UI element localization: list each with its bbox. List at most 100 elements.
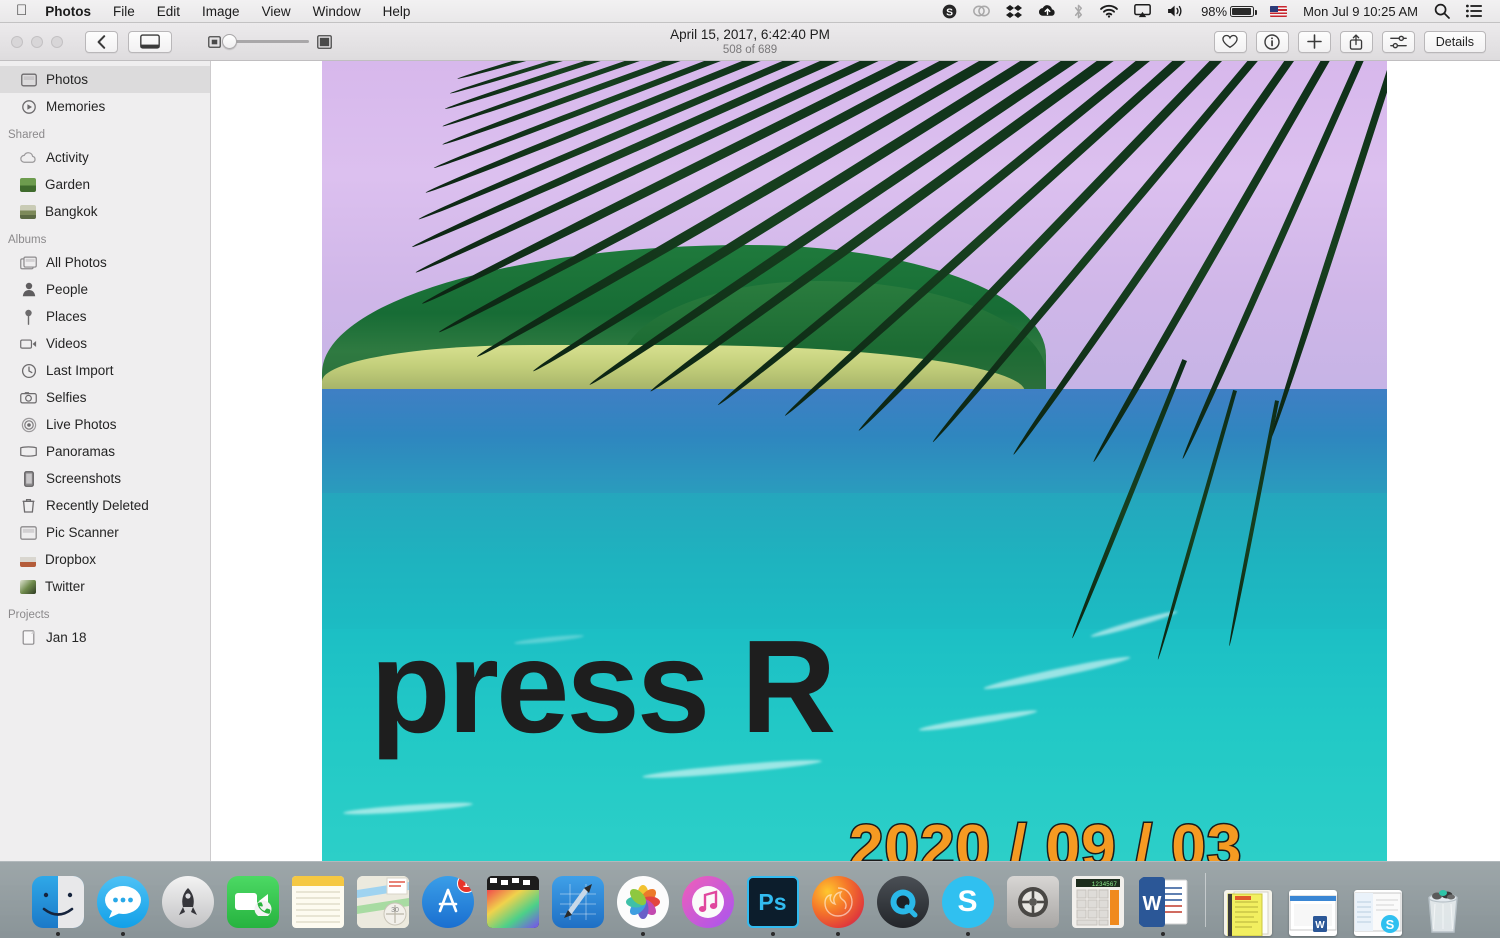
dock-minimized-skype-window[interactable]: S — [1350, 866, 1406, 936]
volume-icon[interactable] — [1159, 0, 1193, 22]
cloud-upload-icon[interactable] — [1030, 0, 1065, 22]
sidebar-item-videos[interactable]: Videos — [0, 330, 210, 357]
facetime-icon — [227, 876, 279, 928]
trash-icon — [1417, 884, 1469, 936]
macos-desktop:  Photos File Edit Image View Window Hel… — [0, 0, 1500, 938]
notification-center-icon[interactable] — [1458, 0, 1490, 22]
menu-bar-clock[interactable]: Mon Jul 9 10:25 AM — [1295, 0, 1426, 22]
dock-divider — [1205, 873, 1206, 927]
running-indicator — [121, 932, 125, 936]
info-button[interactable] — [1256, 31, 1289, 53]
dock-item-launchpad[interactable] — [160, 866, 216, 936]
sidebar-toggle-button[interactable] — [128, 31, 172, 53]
zoom-slider[interactable] — [208, 35, 332, 49]
svg-text:1234567: 1234567 — [1091, 881, 1117, 888]
album-thumb-dropbox — [20, 553, 36, 567]
maximize-button[interactable] — [51, 36, 63, 48]
sidebar-item-bangkok[interactable]: Bangkok — [0, 198, 210, 225]
battery-status[interactable]: 98% — [1193, 0, 1262, 22]
dock-item-itunes[interactable] — [680, 866, 736, 936]
sidebar-item-live-photos[interactable]: Live Photos — [0, 411, 210, 438]
menu-item-edit[interactable]: Edit — [146, 0, 191, 23]
sidebar-item-garden[interactable]: Garden — [0, 171, 210, 198]
sidebar-item-panoramas[interactable]: Panoramas — [0, 438, 210, 465]
sidebar-item-last-import[interactable]: Last Import — [0, 357, 210, 384]
dock-item-maps[interactable]: 30 — [355, 866, 411, 936]
link-icon[interactable] — [965, 0, 998, 22]
dock-item-finder[interactable] — [30, 866, 86, 936]
menu-item-image[interactable]: Image — [191, 0, 251, 23]
dock-item-trash[interactable] — [1415, 866, 1471, 936]
dock-item-quicktime[interactable] — [875, 866, 931, 936]
menu-item-window[interactable]: Window — [302, 0, 372, 23]
clock-icon — [20, 362, 37, 379]
sidebar[interactable]: Photos Memories Shared Activity Garden — [0, 61, 211, 861]
running-indicator — [641, 932, 645, 936]
dock-item-xcode[interactable] — [550, 866, 606, 936]
menu-bar:  Photos File Edit Image View Window Hel… — [0, 0, 1500, 23]
skype-icon[interactable]: S — [934, 0, 965, 22]
dock-minimized-notes-document[interactable] — [1220, 866, 1276, 936]
dock-item-sysprefs[interactable] — [1005, 866, 1061, 936]
dock-item-word[interactable]: W — [1135, 866, 1191, 936]
itunes-icon — [682, 876, 734, 928]
dock-item-firefox[interactable] — [810, 866, 866, 936]
sidebar-header-projects: Projects — [0, 600, 210, 624]
add-button[interactable] — [1298, 31, 1331, 53]
minimize-button[interactable] — [31, 36, 43, 48]
dock-item-notes[interactable] — [290, 866, 346, 936]
sidebar-item-people[interactable]: People — [0, 276, 210, 303]
dock-item-facetime[interactable] — [225, 866, 281, 936]
menu-item-file[interactable]: File — [102, 0, 146, 23]
dock-item-calculator[interactable]: 1234567 — [1070, 866, 1126, 936]
dock: 30 1 — [0, 861, 1500, 938]
dock-item-finalcut[interactable] — [485, 866, 541, 936]
finalcut-icon — [487, 876, 539, 928]
sidebar-item-selfies[interactable]: Selfies — [0, 384, 210, 411]
zoom-slider-track[interactable] — [229, 40, 309, 43]
photo-image[interactable]: press R 2020 / 09 / 03 — [322, 61, 1387, 861]
dropbox-icon[interactable] — [998, 0, 1030, 22]
adjust-button[interactable] — [1382, 31, 1415, 53]
sidebar-item-photos[interactable]: Photos — [0, 66, 210, 93]
details-button[interactable]: Details — [1424, 31, 1486, 53]
dock-minimized-word-document[interactable]: W — [1285, 866, 1341, 936]
search-icon[interactable] — [1426, 0, 1458, 22]
sidebar-item-jan-18[interactable]: Jan 18 — [0, 624, 210, 651]
sidebar-item-places[interactable]: Places — [0, 303, 210, 330]
all-photos-icon — [20, 254, 37, 271]
zoom-slider-knob[interactable] — [222, 34, 237, 49]
sidebar-item-screenshots[interactable]: Screenshots — [0, 465, 210, 492]
sidebar-item-label: Panoramas — [46, 444, 115, 459]
menu-item-photos[interactable]: Photos — [41, 0, 102, 23]
bluetooth-icon[interactable] — [1065, 0, 1092, 22]
apple-logo-icon[interactable]:  — [0, 3, 41, 18]
sidebar-item-pic-scanner[interactable]: Pic Scanner — [0, 519, 210, 546]
us-flag-icon[interactable] — [1262, 0, 1295, 22]
dock-item-photos[interactable] — [615, 866, 671, 936]
firefox-icon — [812, 876, 864, 928]
sidebar-item-all-photos[interactable]: All Photos — [0, 249, 210, 276]
dock-item-photoshop[interactable]: Ps — [745, 866, 801, 936]
wifi-icon[interactable] — [1092, 0, 1126, 22]
share-button[interactable] — [1340, 31, 1373, 53]
photos-icon — [20, 71, 37, 88]
dock-item-messages[interactable] — [95, 866, 151, 936]
favorite-button[interactable] — [1214, 31, 1247, 53]
photo-viewer-canvas[interactable]: press R 2020 / 09 / 03 — [212, 61, 1500, 861]
close-button[interactable] — [11, 36, 23, 48]
back-button[interactable] — [85, 31, 118, 53]
menu-item-help[interactable]: Help — [372, 0, 422, 23]
menu-item-view[interactable]: View — [251, 0, 302, 23]
dock-item-skype[interactable]: S — [940, 866, 996, 936]
sidebar-item-activity[interactable]: Activity — [0, 144, 210, 171]
running-indicator — [1161, 932, 1165, 936]
sidebar-item-memories[interactable]: Memories — [0, 93, 210, 120]
airplay-icon[interactable] — [1126, 0, 1159, 22]
sidebar-item-dropbox[interactable]: Dropbox — [0, 546, 210, 573]
sidebar-item-recently-deleted[interactable]: Recently Deleted — [0, 492, 210, 519]
dock-item-appstore[interactable]: 1 — [420, 866, 476, 936]
live-photos-icon — [20, 416, 37, 433]
toolbar-left-group — [85, 31, 332, 53]
sidebar-item-twitter[interactable]: Twitter — [0, 573, 210, 600]
